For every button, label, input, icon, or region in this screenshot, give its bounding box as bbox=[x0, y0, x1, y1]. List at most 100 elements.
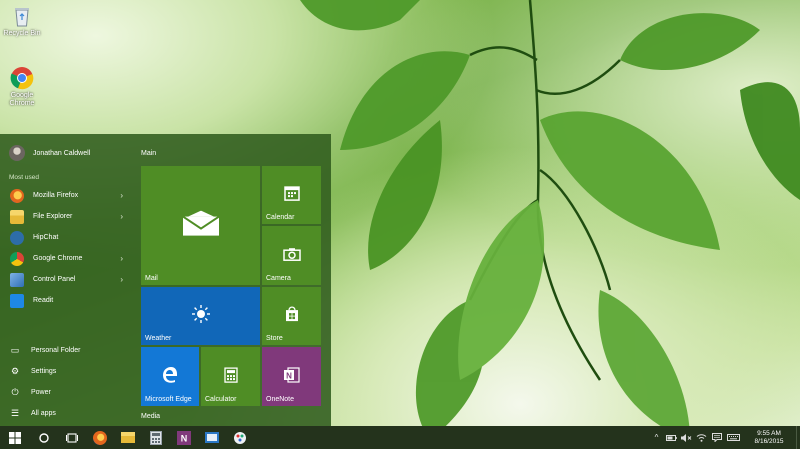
most-used-heading: Most used bbox=[9, 174, 39, 181]
chrome-icon bbox=[10, 66, 34, 90]
battery-icon[interactable] bbox=[664, 426, 679, 449]
taskbar-firefox[interactable] bbox=[86, 426, 114, 449]
app-item-readit[interactable]: Readit bbox=[0, 290, 131, 311]
task-view-button[interactable] bbox=[58, 426, 86, 449]
calculator-icon bbox=[150, 430, 162, 445]
show-hidden-icon[interactable]: ^ bbox=[649, 426, 664, 449]
tile-label: Calculator bbox=[205, 396, 237, 403]
app-item-firefox[interactable]: Mozilla Firefox › bbox=[0, 185, 131, 206]
clock-time: 9:55 AM bbox=[757, 429, 781, 437]
desktop-icon-chrome[interactable]: Google Chrome bbox=[0, 66, 44, 108]
app-label: Readit bbox=[33, 297, 54, 304]
system-item-label: Settings bbox=[31, 367, 57, 375]
tile-mail[interactable]: Mail bbox=[141, 166, 260, 285]
paint-icon bbox=[234, 431, 246, 444]
readit-icon bbox=[10, 293, 24, 308]
tile-label: Calendar bbox=[266, 214, 295, 221]
taskbar-clock[interactable]: 9:55 AM 8/16/2015 bbox=[742, 430, 796, 446]
chevron-right-icon[interactable]: › bbox=[120, 254, 123, 263]
taskbar-paint[interactable] bbox=[226, 426, 254, 449]
app-item-hipchat[interactable]: HipChat bbox=[0, 227, 131, 248]
app-label: Google Chrome bbox=[33, 255, 83, 262]
volume-mute-icon[interactable] bbox=[679, 426, 694, 449]
firefox-icon bbox=[10, 188, 24, 203]
taskbar: N ^ 9:55 AM 8/16/2015 bbox=[0, 426, 800, 449]
store-icon bbox=[284, 306, 300, 324]
hipchat-icon bbox=[10, 230, 24, 245]
tile-store[interactable]: Store bbox=[262, 287, 321, 345]
keyboard-icon[interactable] bbox=[724, 426, 742, 449]
avatar bbox=[9, 145, 25, 161]
desktop-icon-label: Google Chrome bbox=[9, 92, 35, 107]
mail-icon bbox=[181, 210, 220, 238]
all-apps-button[interactable]: ☰ All apps bbox=[0, 403, 131, 423]
settings-button[interactable]: ⚙ Settings bbox=[0, 361, 131, 381]
windows-logo-icon bbox=[9, 431, 21, 444]
tile-camera[interactable]: Camera bbox=[262, 226, 321, 285]
chevron-right-icon[interactable]: › bbox=[120, 191, 123, 200]
firefox-icon bbox=[93, 430, 107, 445]
calendar-icon bbox=[283, 185, 300, 203]
app-label: File Explorer bbox=[33, 213, 73, 220]
tile-calendar[interactable]: Calendar bbox=[262, 166, 321, 224]
gear-icon: ⚙ bbox=[10, 365, 20, 376]
cortana-icon bbox=[39, 432, 49, 443]
start-button[interactable] bbox=[0, 426, 30, 449]
start-menu-left-pane: Jonathan Caldwell Most used Mozilla Fire… bbox=[0, 134, 131, 426]
system-item-label: Personal Folder bbox=[31, 346, 81, 354]
svg-text:N: N bbox=[286, 371, 292, 380]
taskbar-calculator[interactable] bbox=[142, 426, 170, 449]
tile-label: Camera bbox=[266, 275, 291, 282]
task-view-icon bbox=[66, 432, 78, 443]
start-menu: Jonathan Caldwell Most used Mozilla Fire… bbox=[0, 134, 331, 426]
taskbar-file-explorer[interactable] bbox=[114, 426, 142, 449]
tile-label: Store bbox=[266, 335, 283, 342]
notifications-icon[interactable] bbox=[709, 426, 724, 449]
taskbar-mail[interactable] bbox=[198, 426, 226, 449]
tile-group-media-heading: Media bbox=[141, 413, 161, 420]
power-button[interactable]: ⏻ Power bbox=[0, 382, 131, 402]
calculator-icon bbox=[223, 366, 238, 385]
chevron-right-icon[interactable]: › bbox=[120, 275, 123, 284]
app-label: Mozilla Firefox bbox=[33, 192, 79, 199]
clock-date: 8/16/2015 bbox=[754, 437, 784, 445]
tile-weather[interactable]: Weather bbox=[141, 287, 260, 345]
system-item-label: Power bbox=[31, 388, 51, 396]
sun-icon bbox=[191, 305, 210, 325]
app-item-control-panel[interactable]: Control Panel › bbox=[0, 269, 131, 290]
svg-text:N: N bbox=[181, 433, 188, 443]
tile-group-main-heading: Main bbox=[141, 150, 157, 157]
user-name: Jonathan Caldwell bbox=[33, 149, 91, 157]
control-panel-icon bbox=[10, 272, 24, 287]
user-account[interactable]: Jonathan Caldwell bbox=[9, 145, 90, 161]
tile-label: Microsoft Edge bbox=[145, 396, 192, 403]
show-desktop-button[interactable] bbox=[796, 426, 800, 449]
folder-outline-icon: ▭ bbox=[10, 344, 20, 355]
camera-icon bbox=[282, 247, 301, 263]
cortana-button[interactable] bbox=[30, 426, 58, 449]
personal-folder-button[interactable]: ▭ Personal Folder bbox=[0, 340, 131, 360]
folder-icon bbox=[10, 209, 24, 224]
tile-calculator[interactable]: Calculator bbox=[201, 347, 260, 406]
power-icon: ⏻ bbox=[11, 386, 19, 397]
edge-icon bbox=[161, 366, 179, 386]
file-explorer-icon bbox=[121, 432, 135, 443]
list-icon: ☰ bbox=[10, 407, 20, 418]
desktop-icon-label: Recycle Bin bbox=[3, 30, 41, 37]
tile-label: Mail bbox=[145, 275, 158, 282]
tile-label: OneNote bbox=[266, 396, 295, 403]
mail-icon bbox=[205, 432, 219, 443]
tile-onenote[interactable]: N OneNote bbox=[262, 347, 321, 406]
tile-microsoft-edge[interactable]: Microsoft Edge bbox=[141, 347, 199, 406]
taskbar-onenote[interactable]: N bbox=[170, 426, 198, 449]
recycle-bin-icon bbox=[10, 4, 34, 28]
chrome-icon bbox=[10, 251, 24, 266]
app-item-chrome[interactable]: Google Chrome › bbox=[0, 248, 131, 269]
app-item-file-explorer[interactable]: File Explorer › bbox=[0, 206, 131, 227]
chevron-right-icon[interactable]: › bbox=[120, 212, 123, 221]
desktop-icon-recycle-bin[interactable]: Recycle Bin bbox=[0, 4, 44, 38]
system-item-label: All apps bbox=[31, 409, 56, 417]
system-tray: ^ 9:55 AM 8/16/2015 bbox=[649, 426, 800, 449]
app-label: Control Panel bbox=[33, 276, 76, 283]
network-icon[interactable] bbox=[694, 426, 709, 449]
